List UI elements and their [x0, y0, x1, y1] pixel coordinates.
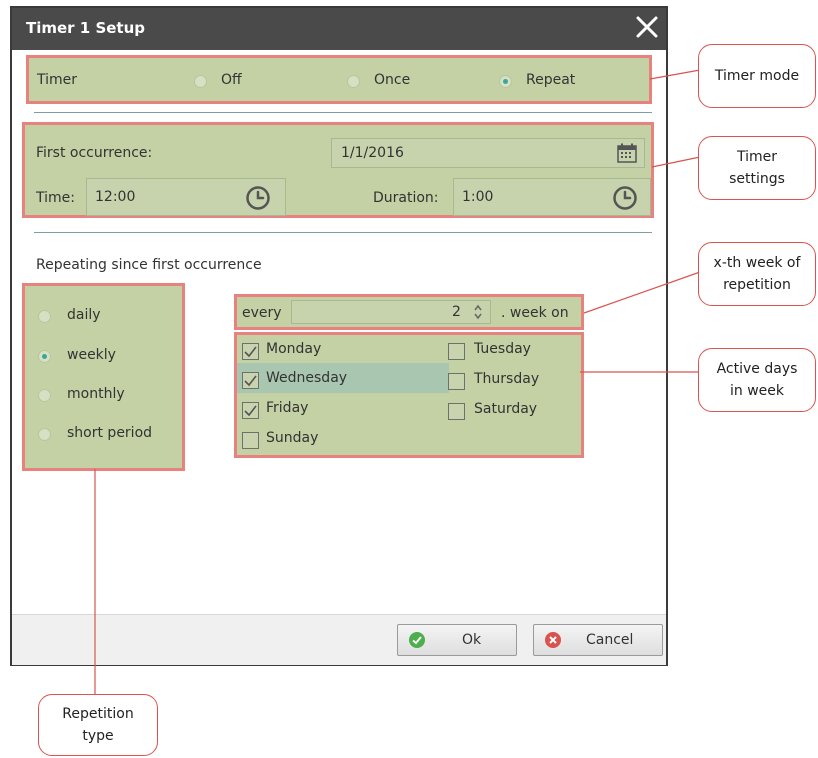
callout-timer-settings: Timer settings — [698, 136, 816, 200]
callout-timer-mode-line: Timer mode — [714, 68, 800, 84]
callout-timer-settings-line2: settings — [729, 171, 785, 187]
callout-week-repetition-line1: x-th week of — [713, 255, 801, 271]
callout-active-days-line1: Active days — [716, 361, 798, 377]
callout-week-repetition: x-th week of repetition — [698, 242, 816, 306]
callout-timer-settings-line1: Timer — [736, 149, 778, 165]
callout-active-days-line2: in week — [730, 383, 784, 399]
callout-week-repetition-line2: repetition — [723, 277, 791, 293]
callout-repetition-type-line2: type — [82, 728, 114, 744]
connector-timer-mode — [649, 69, 701, 80]
connector-week-repetition — [583, 271, 701, 314]
callout-repetition-type: Repetition type — [38, 694, 158, 756]
callout-repetition-type-line1: Repetition — [62, 706, 134, 722]
callout-timer-mode: Timer mode — [698, 44, 816, 108]
callout-active-days: Active days in week — [698, 348, 816, 412]
connector-timer-settings — [651, 156, 701, 168]
callout-connectors — [94, 69, 701, 694]
